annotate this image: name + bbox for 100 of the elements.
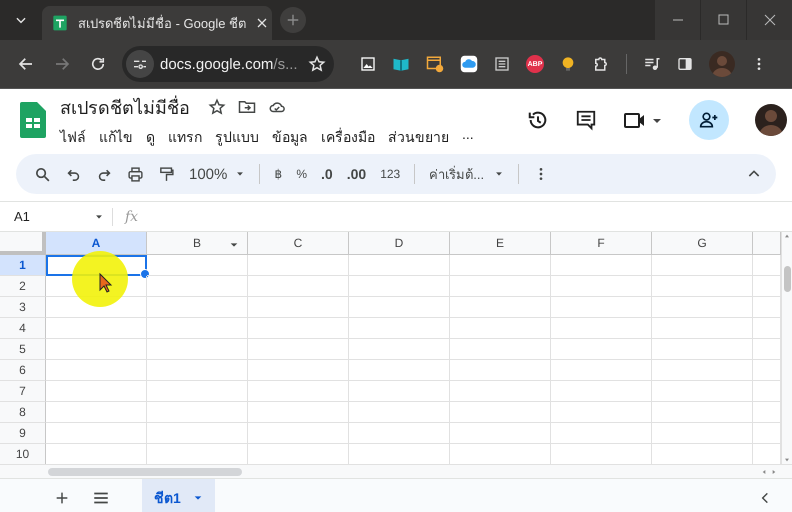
table-cell[interactable] [349,255,450,276]
table-cell[interactable] [551,276,652,297]
table-cell[interactable] [46,318,147,339]
table-cell[interactable] [349,318,450,339]
table-cell[interactable] [248,276,349,297]
table-cell[interactable] [652,402,753,423]
menu-item[interactable]: แทรก [168,126,209,148]
table-cell[interactable] [652,360,753,381]
scroll-up-icon[interactable] [783,232,791,240]
row-header[interactable]: 10 [0,444,46,464]
table-cell[interactable] [46,339,147,360]
table-cell[interactable] [147,276,248,297]
comment-icon[interactable] [574,109,597,131]
table-cell[interactable] [450,297,551,318]
bulb-icon[interactable] [560,56,576,72]
paint-roller-icon[interactable] [158,166,175,182]
table-cell[interactable] [147,255,248,276]
number-format-button[interactable]: 123 [380,167,400,181]
row-header[interactable]: 7 [0,381,46,402]
menu-item[interactable]: ดู [146,126,162,148]
row-header[interactable]: 2 [0,276,46,297]
search-icon[interactable] [34,166,51,182]
table-cell[interactable] [450,381,551,402]
column-header[interactable]: C [248,232,349,255]
side-panel-icon[interactable] [677,56,693,72]
table-cell[interactable] [248,360,349,381]
table-cell[interactable] [46,423,147,444]
star-icon[interactable] [208,98,226,116]
row-header[interactable]: 9 [0,423,46,444]
table-cell[interactable] [147,297,248,318]
extensions-icon[interactable] [592,55,610,73]
playlist-icon[interactable] [643,55,661,73]
table-cell[interactable] [551,402,652,423]
table-cell[interactable] [551,423,652,444]
table-cell[interactable] [450,402,551,423]
cloud-icon[interactable] [460,55,478,73]
column-header[interactable]: B [147,232,248,255]
table-cell[interactable] [248,339,349,360]
table-cell[interactable] [652,381,753,402]
column-header[interactable]: A [46,232,147,255]
column-header[interactable]: F [551,232,652,255]
table-cell[interactable] [450,276,551,297]
table-cell[interactable] [147,381,248,402]
document-icon[interactable] [494,56,510,72]
table-cell[interactable] [248,255,349,276]
table-cell[interactable] [147,360,248,381]
document-title[interactable]: สเปรดชีตไม่มีชื่อ [60,92,190,122]
menu-item[interactable]: เครื่องมือ [321,126,382,148]
increase-decimal-button[interactable]: .00 [346,166,366,182]
browser-tab[interactable]: สเปรดชีตไม่มีชื่อ - Google ชีต [42,6,272,40]
row-header[interactable]: 5 [0,339,46,360]
menu-item[interactable]: ส่วนขยาย [388,126,456,148]
share-button[interactable] [688,100,729,140]
table-cell[interactable] [46,381,147,402]
move-folder-icon[interactable] [238,98,256,116]
table-cell[interactable] [652,318,753,339]
table-cell[interactable] [248,381,349,402]
add-sheet-icon[interactable] [54,490,70,506]
table-cell[interactable] [349,360,450,381]
reload-icon[interactable] [89,55,107,73]
table-cell[interactable] [349,297,450,318]
menu-item[interactable]: รูปแบบ [215,126,266,148]
table-cell[interactable] [248,318,349,339]
calendar-download-icon[interactable] [426,55,444,73]
select-all-corner[interactable] [0,232,46,255]
sheets-logo-icon[interactable] [20,102,46,138]
table-cell[interactable] [46,360,147,381]
currency-button[interactable]: ฿ [274,167,282,181]
column-header[interactable]: G [652,232,753,255]
table-cell[interactable] [349,381,450,402]
row-header[interactable]: 8 [0,402,46,423]
scrollbar-thumb[interactable] [784,266,790,292]
table-cell[interactable] [248,423,349,444]
column-header[interactable]: D [349,232,450,255]
table-cell[interactable] [248,402,349,423]
history-icon[interactable] [526,109,549,131]
table-cell[interactable] [652,423,753,444]
table-cell[interactable] [652,297,753,318]
column-header[interactable]: E [450,232,551,255]
scrollbar-thumb[interactable] [48,468,242,476]
zoom-select[interactable]: 100% [189,166,246,182]
table-cell[interactable] [46,402,147,423]
image-icon[interactable] [360,56,376,72]
name-box[interactable]: A1 [0,208,113,226]
table-cell[interactable] [652,339,753,360]
table-cell[interactable] [652,276,753,297]
scroll-right-icon[interactable] [770,468,778,476]
column-header[interactable] [753,232,781,255]
menu-item[interactable]: แก้ไข [99,126,140,148]
table-cell[interactable] [652,255,753,276]
table-cell[interactable] [349,402,450,423]
print-icon[interactable] [127,166,144,182]
account-avatar[interactable] [754,104,787,136]
row-header[interactable]: 3 [0,297,46,318]
row-header[interactable]: 6 [0,360,46,381]
table-cell[interactable] [551,339,652,360]
decrease-decimal-button[interactable]: .0 [321,166,333,182]
font-select[interactable]: ค่าเริ่มต้... [429,164,504,184]
table-cell[interactable] [551,381,652,402]
table-cell[interactable] [349,423,450,444]
